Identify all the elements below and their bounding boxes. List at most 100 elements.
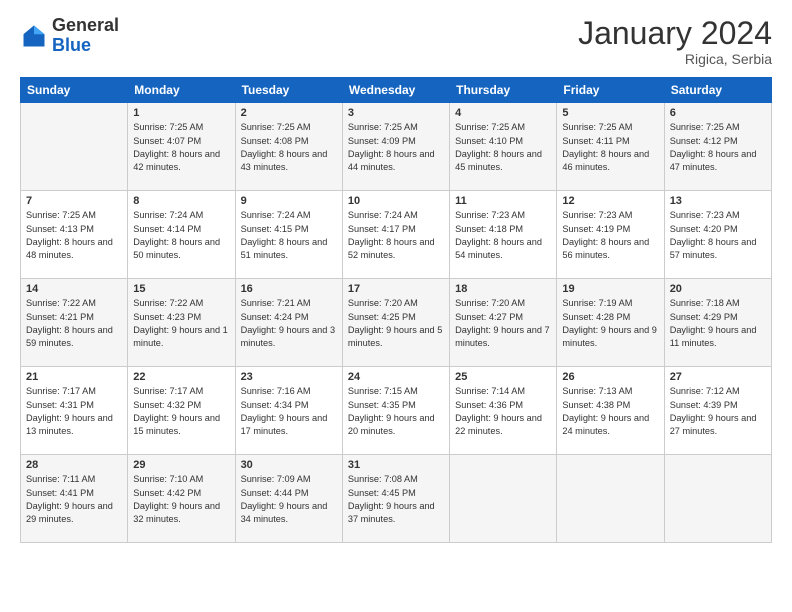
calendar-cell: 24 Sunrise: 7:15 AMSunset: 4:35 PMDayligh… (342, 367, 449, 455)
cell-info: Sunrise: 7:25 AMSunset: 4:10 PMDaylight:… (455, 121, 551, 174)
cell-info: Sunrise: 7:23 AMSunset: 4:20 PMDaylight:… (670, 209, 766, 262)
day-number: 5 (562, 107, 658, 119)
calendar-cell: 13 Sunrise: 7:23 AMSunset: 4:20 PMDayligh… (664, 191, 771, 279)
title-block: January 2024 Rigica, Serbia (578, 16, 772, 67)
cell-info: Sunrise: 7:12 AMSunset: 4:39 PMDaylight:… (670, 385, 766, 438)
calendar-cell: 15 Sunrise: 7:22 AMSunset: 4:23 PMDayligh… (128, 279, 235, 367)
cell-info: Sunrise: 7:09 AMSunset: 4:44 PMDaylight:… (241, 473, 337, 526)
day-number: 24 (348, 371, 444, 383)
day-number: 7 (26, 195, 122, 207)
cell-info: Sunrise: 7:25 AMSunset: 4:07 PMDaylight:… (133, 121, 229, 174)
cell-info: Sunrise: 7:16 AMSunset: 4:34 PMDaylight:… (241, 385, 337, 438)
cell-info: Sunrise: 7:23 AMSunset: 4:18 PMDaylight:… (455, 209, 551, 262)
cell-info: Sunrise: 7:24 AMSunset: 4:17 PMDaylight:… (348, 209, 444, 262)
calendar-cell: 10 Sunrise: 7:24 AMSunset: 4:17 PMDayligh… (342, 191, 449, 279)
day-number: 6 (670, 107, 766, 119)
logo-general: General (52, 15, 119, 35)
cell-info: Sunrise: 7:20 AMSunset: 4:27 PMDaylight:… (455, 297, 551, 350)
cell-info: Sunrise: 7:25 AMSunset: 4:11 PMDaylight:… (562, 121, 658, 174)
calendar-cell: 25Sunrise: 7:14 AMSunset: 4:36 PMDayligh… (450, 367, 557, 455)
cell-info: Sunrise: 7:11 AMSunset: 4:41 PMDaylight:… (26, 473, 122, 526)
cell-info: Sunrise: 7:17 AMSunset: 4:31 PMDaylight:… (26, 385, 122, 438)
calendar-cell: 18 Sunrise: 7:20 AMSunset: 4:27 PMDayligh… (450, 279, 557, 367)
day-number: 23 (241, 371, 337, 383)
calendar-cell: 16Sunrise: 7:21 AMSunset: 4:24 PMDayligh… (235, 279, 342, 367)
calendar-cell: 30 Sunrise: 7:09 AMSunset: 4:44 PMDayligh… (235, 455, 342, 543)
header-row: SundayMondayTuesdayWednesdayThursdayFrid… (21, 78, 772, 103)
day-number: 29 (133, 459, 229, 471)
logo-text: General Blue (52, 16, 119, 56)
day-number: 10 (348, 195, 444, 207)
cell-info: Sunrise: 7:21 AMSunset: 4:24 PMDaylight:… (241, 297, 337, 350)
day-number: 17 (348, 283, 444, 295)
cell-info: Sunrise: 7:25 AMSunset: 4:12 PMDaylight:… (670, 121, 766, 174)
calendar-cell: 5 Sunrise: 7:25 AMSunset: 4:11 PMDaylight… (557, 103, 664, 191)
day-number: 3 (348, 107, 444, 119)
calendar-cell (21, 103, 128, 191)
weekday-header: Sunday (21, 78, 128, 103)
calendar-table: SundayMondayTuesdayWednesdayThursdayFrid… (20, 77, 772, 543)
cell-info: Sunrise: 7:14 AMSunset: 4:36 PMDaylight:… (455, 385, 551, 438)
calendar-cell: 1Sunrise: 7:25 AMSunset: 4:07 PMDaylight… (128, 103, 235, 191)
logo-icon (20, 22, 48, 50)
cell-info: Sunrise: 7:18 AMSunset: 4:29 PMDaylight:… (670, 297, 766, 350)
day-number: 8 (133, 195, 229, 207)
day-number: 4 (455, 107, 551, 119)
calendar-cell: 29 Sunrise: 7:10 AMSunset: 4:42 PMDayligh… (128, 455, 235, 543)
calendar-cell: 21 Sunrise: 7:17 AMSunset: 4:31 PMDayligh… (21, 367, 128, 455)
calendar-cell: 20 Sunrise: 7:18 AMSunset: 4:29 PMDayligh… (664, 279, 771, 367)
cell-info: Sunrise: 7:25 AMSunset: 4:09 PMDaylight:… (348, 121, 444, 174)
day-number: 13 (670, 195, 766, 207)
calendar-cell: 9Sunrise: 7:24 AMSunset: 4:15 PMDaylight… (235, 191, 342, 279)
day-number: 20 (670, 283, 766, 295)
cell-info: Sunrise: 7:15 AMSunset: 4:35 PMDaylight:… (348, 385, 444, 438)
calendar-cell (450, 455, 557, 543)
cell-info: Sunrise: 7:13 AMSunset: 4:38 PMDaylight:… (562, 385, 658, 438)
cell-info: Sunrise: 7:24 AMSunset: 4:15 PMDaylight:… (241, 209, 337, 262)
weekday-header: Thursday (450, 78, 557, 103)
day-number: 27 (670, 371, 766, 383)
calendar-cell: 11Sunrise: 7:23 AMSunset: 4:18 PMDayligh… (450, 191, 557, 279)
cell-info: Sunrise: 7:08 AMSunset: 4:45 PMDaylight:… (348, 473, 444, 526)
cell-info: Sunrise: 7:22 AMSunset: 4:23 PMDaylight:… (133, 297, 229, 350)
calendar-cell: 28 Sunrise: 7:11 AMSunset: 4:41 PMDayligh… (21, 455, 128, 543)
day-number: 12 (562, 195, 658, 207)
calendar-cell: 7 Sunrise: 7:25 AMSunset: 4:13 PMDaylight… (21, 191, 128, 279)
calendar-cell: 27 Sunrise: 7:12 AMSunset: 4:39 PMDayligh… (664, 367, 771, 455)
cell-info: Sunrise: 7:23 AMSunset: 4:19 PMDaylight:… (562, 209, 658, 262)
calendar-cell: 17 Sunrise: 7:20 AMSunset: 4:25 PMDayligh… (342, 279, 449, 367)
calendar-week-row: 21 Sunrise: 7:17 AMSunset: 4:31 PMDayligh… (21, 367, 772, 455)
calendar-week-row: 7 Sunrise: 7:25 AMSunset: 4:13 PMDaylight… (21, 191, 772, 279)
calendar-cell: 19Sunrise: 7:19 AMSunset: 4:28 PMDayligh… (557, 279, 664, 367)
day-number: 18 (455, 283, 551, 295)
day-number: 14 (26, 283, 122, 295)
day-number: 21 (26, 371, 122, 383)
cell-info: Sunrise: 7:24 AMSunset: 4:14 PMDaylight:… (133, 209, 229, 262)
day-number: 30 (241, 459, 337, 471)
location-subtitle: Rigica, Serbia (578, 51, 772, 67)
day-number: 28 (26, 459, 122, 471)
calendar-cell: 8 Sunrise: 7:24 AMSunset: 4:14 PMDaylight… (128, 191, 235, 279)
weekday-header: Friday (557, 78, 664, 103)
day-number: 31 (348, 459, 444, 471)
logo: General Blue (20, 16, 119, 56)
calendar-cell (664, 455, 771, 543)
calendar-cell: 22 Sunrise: 7:17 AMSunset: 4:32 PMDayligh… (128, 367, 235, 455)
calendar-cell: 12 Sunrise: 7:23 AMSunset: 4:19 PMDayligh… (557, 191, 664, 279)
calendar-cell: 31 Sunrise: 7:08 AMSunset: 4:45 PMDayligh… (342, 455, 449, 543)
cell-info: Sunrise: 7:10 AMSunset: 4:42 PMDaylight:… (133, 473, 229, 526)
day-number: 15 (133, 283, 229, 295)
calendar-cell: 26 Sunrise: 7:13 AMSunset: 4:38 PMDayligh… (557, 367, 664, 455)
day-number: 22 (133, 371, 229, 383)
cell-info: Sunrise: 7:20 AMSunset: 4:25 PMDaylight:… (348, 297, 444, 350)
calendar-page: General Blue January 2024 Rigica, Serbia… (0, 0, 792, 612)
calendar-cell: 4 Sunrise: 7:25 AMSunset: 4:10 PMDaylight… (450, 103, 557, 191)
cell-info: Sunrise: 7:17 AMSunset: 4:32 PMDaylight:… (133, 385, 229, 438)
cell-info: Sunrise: 7:25 AMSunset: 4:13 PMDaylight:… (26, 209, 122, 262)
cell-info: Sunrise: 7:19 AMSunset: 4:28 PMDaylight:… (562, 297, 658, 350)
day-number: 26 (562, 371, 658, 383)
weekday-header: Wednesday (342, 78, 449, 103)
calendar-cell (557, 455, 664, 543)
calendar-cell: 14Sunrise: 7:22 AMSunset: 4:21 PMDayligh… (21, 279, 128, 367)
weekday-header: Monday (128, 78, 235, 103)
